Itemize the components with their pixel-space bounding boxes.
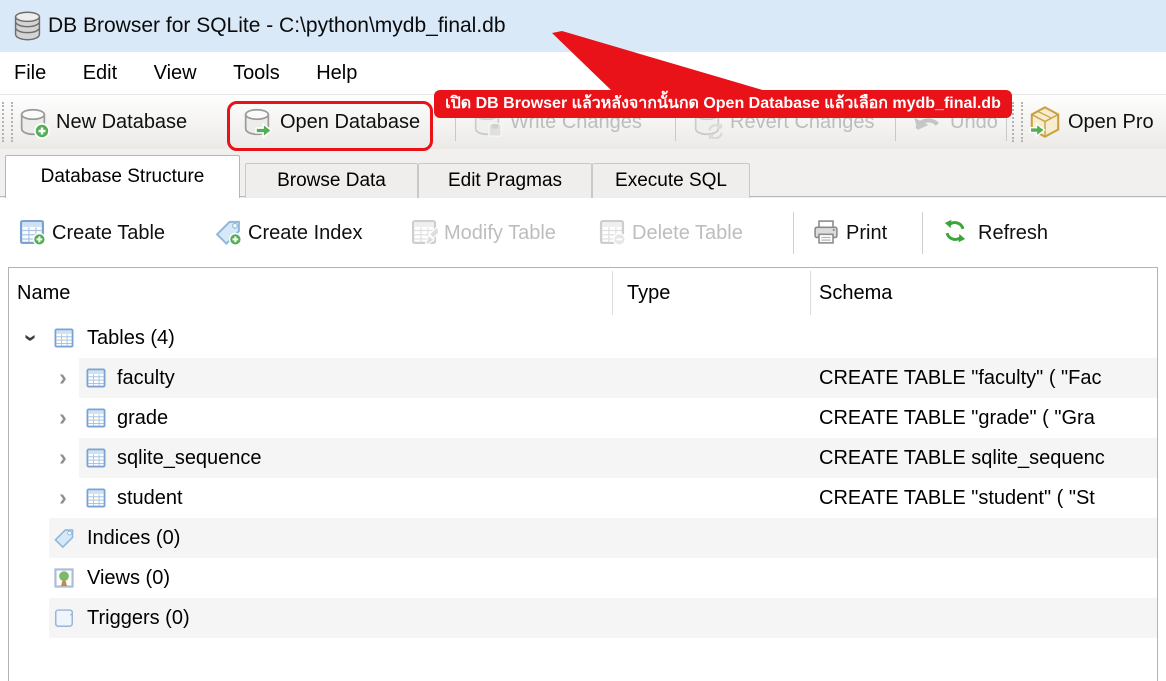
tab-execute-sql[interactable]: Execute SQL <box>592 163 750 198</box>
table-icon <box>85 407 107 429</box>
toolbar-grip[interactable] <box>1012 102 1023 142</box>
tree-row-tables[interactable]: › Tables (4) <box>9 318 1157 358</box>
chevron-right-icon[interactable]: › <box>53 438 73 478</box>
database-icon <box>11 8 44 43</box>
tab-strip: Database Structure Browse Data Edit Prag… <box>0 149 1166 198</box>
views-icon <box>53 567 75 589</box>
table-icon <box>85 447 107 469</box>
indices-tag-icon <box>53 527 75 549</box>
database-structure-pane: Create Table Create Index Modify Table D… <box>0 198 1166 681</box>
column-header-name[interactable]: Name <box>17 268 70 318</box>
menu-help[interactable]: Help <box>300 52 373 94</box>
refresh-icon <box>942 218 968 244</box>
chevron-down-icon[interactable]: › <box>11 328 51 348</box>
tree-header: Name Type Schema <box>9 268 1157 318</box>
menu-tools[interactable]: Tools <box>217 52 296 94</box>
triggers-icon <box>53 607 75 629</box>
chevron-right-icon[interactable]: › <box>53 398 73 438</box>
menu-view[interactable]: View <box>138 52 213 94</box>
table-icon <box>53 327 75 349</box>
toolbar-separator <box>793 212 794 254</box>
row-stripe <box>49 518 1157 558</box>
title-bar: DB Browser for SQLite - C:\python\mydb_f… <box>0 0 1166 52</box>
column-header-type[interactable]: Type <box>627 268 670 318</box>
annotation-callout: เปิด DB Browser แล้วหลังจากนั้นกด Open D… <box>434 90 1012 118</box>
table-icon <box>85 487 107 509</box>
menu-file[interactable]: File <box>0 52 62 94</box>
tree-row-views[interactable]: Views (0) <box>9 558 1157 598</box>
print-icon <box>812 218 840 246</box>
tree-row-triggers[interactable]: Triggers (0) <box>9 598 1157 638</box>
delete-table-icon <box>598 218 626 246</box>
annotation-highlight-box <box>227 101 433 151</box>
window-title: DB Browser for SQLite - C:\python\mydb_f… <box>48 0 506 52</box>
menu-bar: File Edit View Tools Help <box>0 52 1166 94</box>
schema-cell: CREATE TABLE "grade" ( "Gra <box>819 398 1095 438</box>
tree-row-sqlite-sequence[interactable]: › sqlite_sequence CREATE TABLE sqlite_se… <box>9 438 1157 478</box>
schema-cell: CREATE TABLE "faculty" ( "Fac <box>819 358 1101 398</box>
tree-row-student[interactable]: › student CREATE TABLE "student" ( "St <box>9 478 1157 518</box>
tree-row-indices[interactable]: Indices (0) <box>9 518 1157 558</box>
column-header-schema[interactable]: Schema <box>819 268 892 318</box>
schema-tree: Name Type Schema › Tables (4) › faculty … <box>8 267 1158 681</box>
chevron-right-icon[interactable]: › <box>53 478 73 518</box>
schema-cell: CREATE TABLE "student" ( "St <box>819 478 1095 518</box>
tab-database-structure[interactable]: Database Structure <box>5 155 240 198</box>
tree-row-grade[interactable]: › grade CREATE TABLE "grade" ( "Gra <box>9 398 1157 438</box>
column-divider[interactable] <box>612 271 613 315</box>
toolbar-grip[interactable] <box>2 102 13 142</box>
menu-edit[interactable]: Edit <box>67 52 133 94</box>
tab-browse-data[interactable]: Browse Data <box>245 163 418 198</box>
column-divider[interactable] <box>810 271 811 315</box>
open-project-icon <box>1028 105 1062 139</box>
create-table-icon <box>18 218 46 246</box>
row-stripe <box>49 598 1157 638</box>
toolbar-separator <box>922 212 923 254</box>
new-database-icon <box>16 105 50 139</box>
modify-table-icon <box>410 218 438 246</box>
create-index-icon <box>214 218 242 246</box>
chevron-right-icon[interactable]: › <box>53 358 73 398</box>
schema-cell: CREATE TABLE sqlite_sequenc <box>819 438 1105 478</box>
tab-edit-pragmas[interactable]: Edit Pragmas <box>418 163 592 198</box>
table-icon <box>85 367 107 389</box>
tree-row-faculty[interactable]: › faculty CREATE TABLE "faculty" ( "Fac <box>9 358 1157 398</box>
structure-toolbar: Create Table Create Index Modify Table D… <box>0 206 1166 260</box>
